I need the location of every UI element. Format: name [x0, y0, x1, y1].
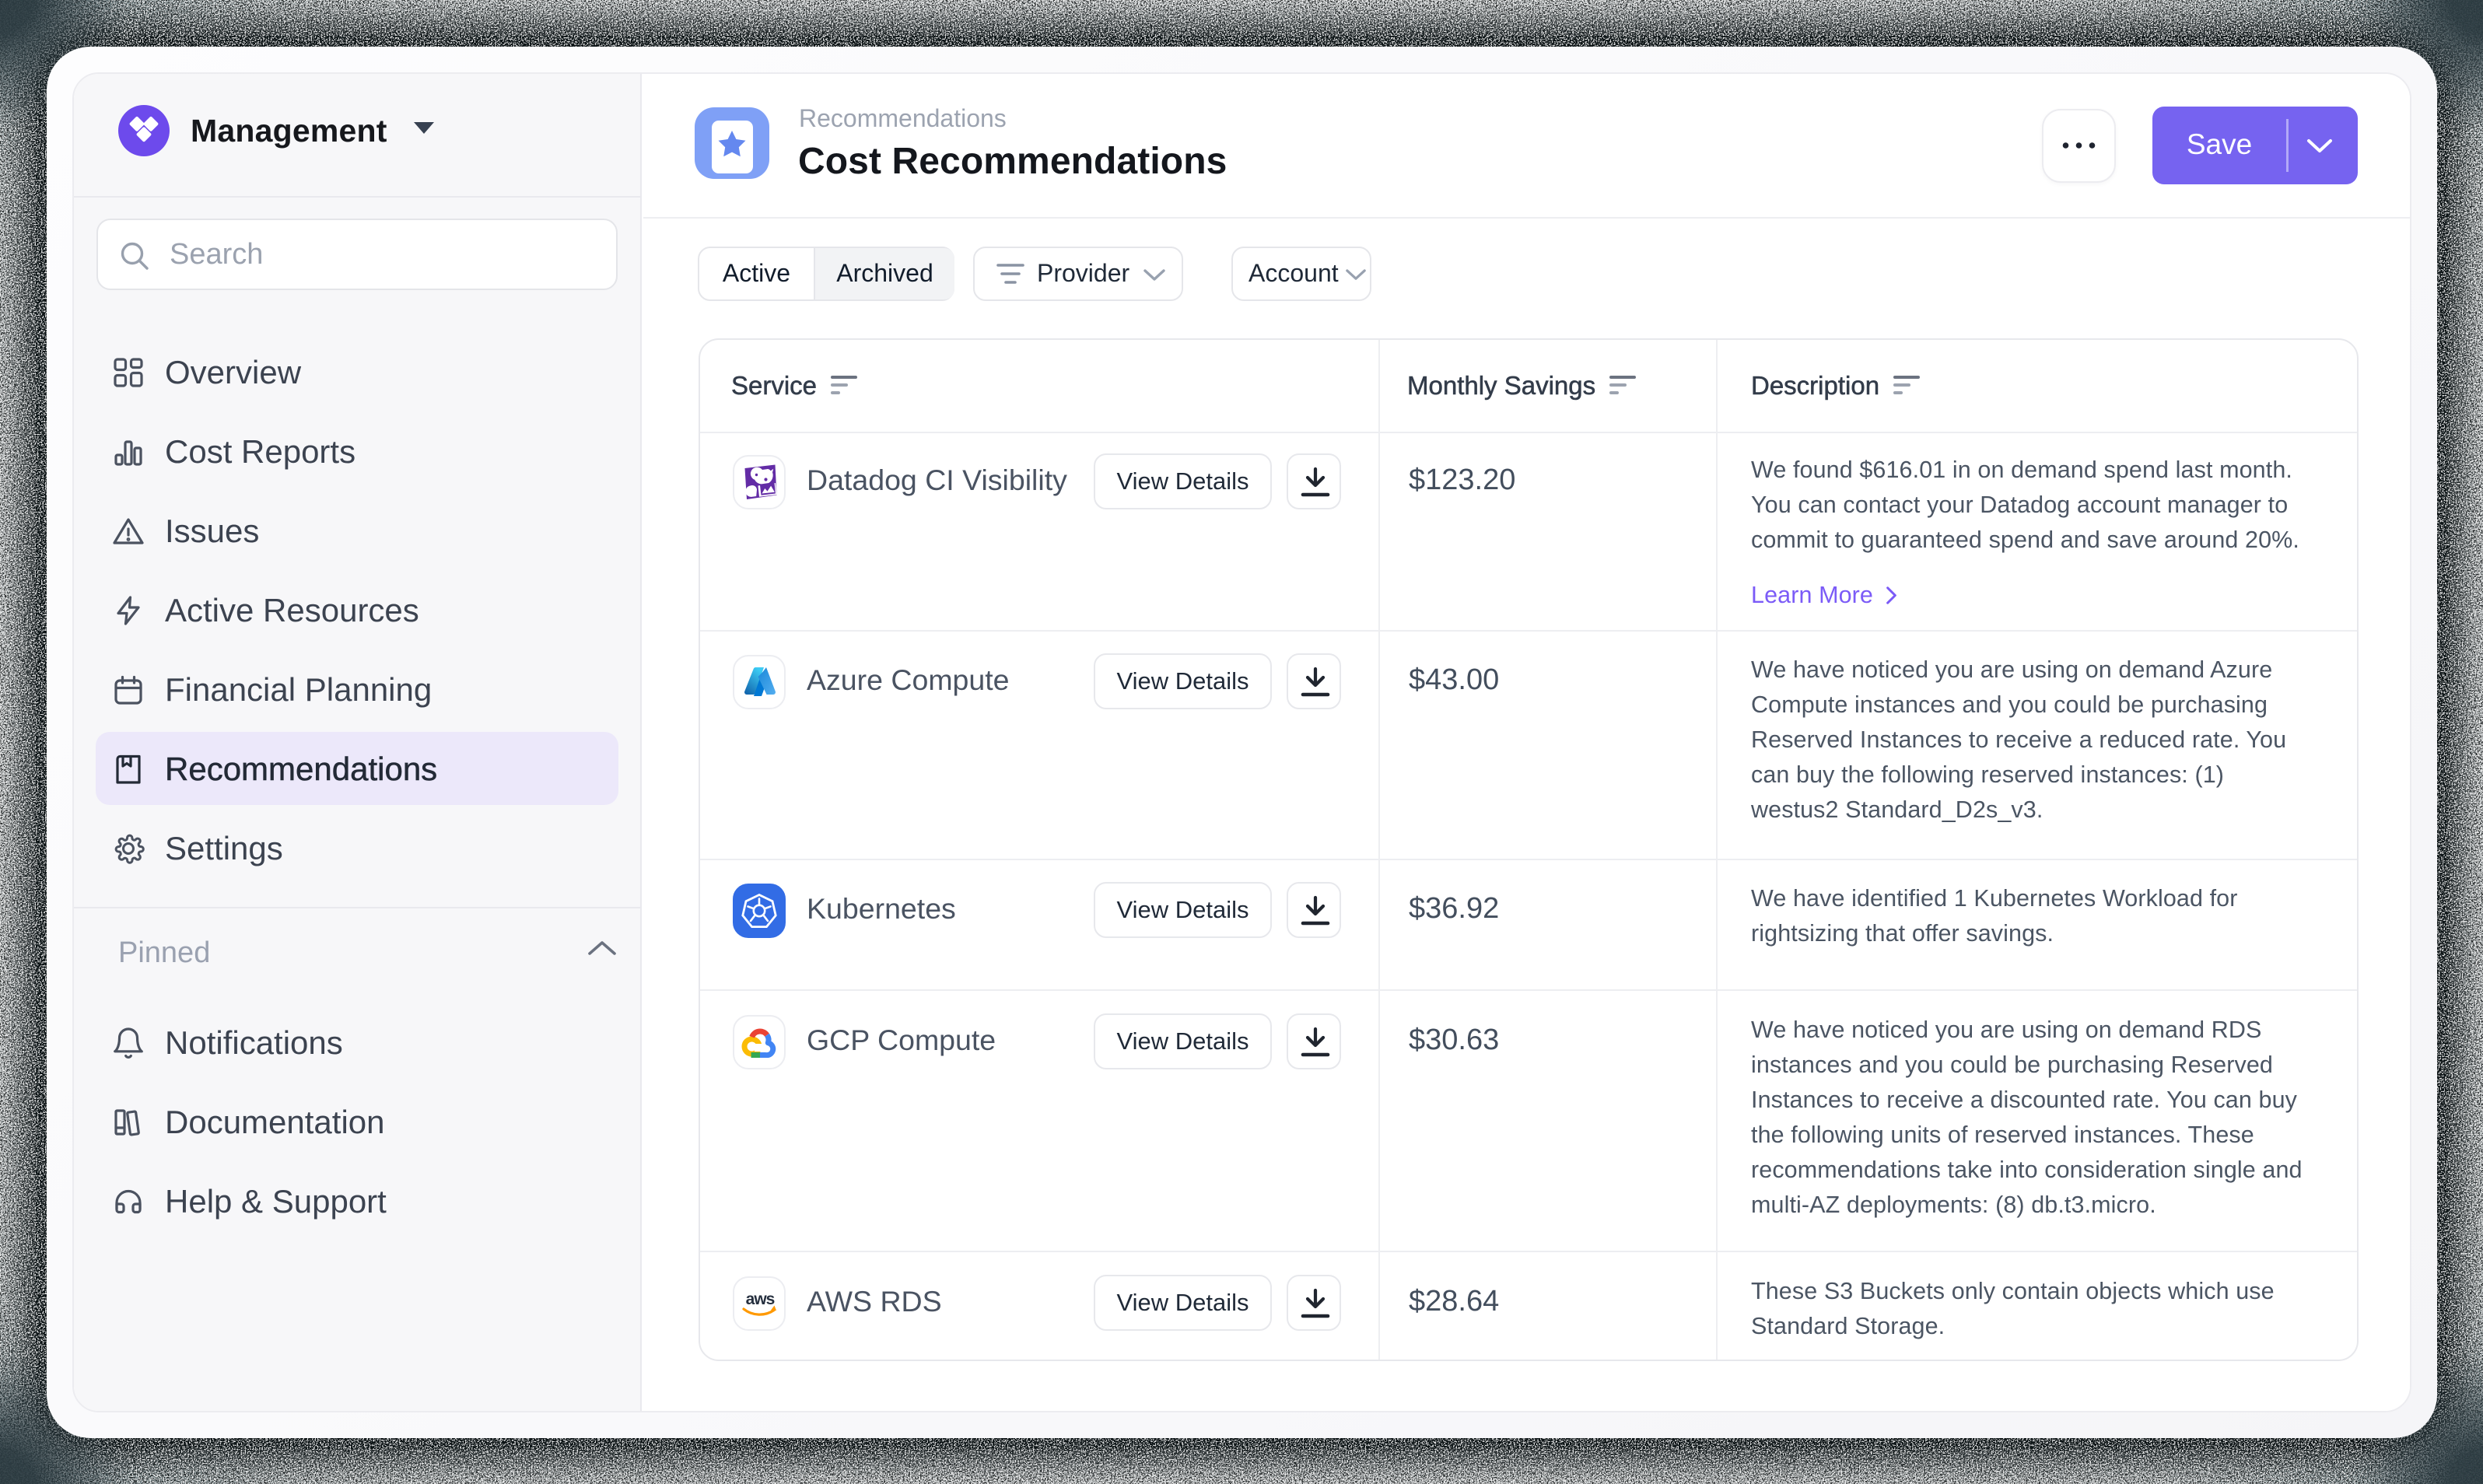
- svg-text:aws: aws: [746, 1290, 775, 1308]
